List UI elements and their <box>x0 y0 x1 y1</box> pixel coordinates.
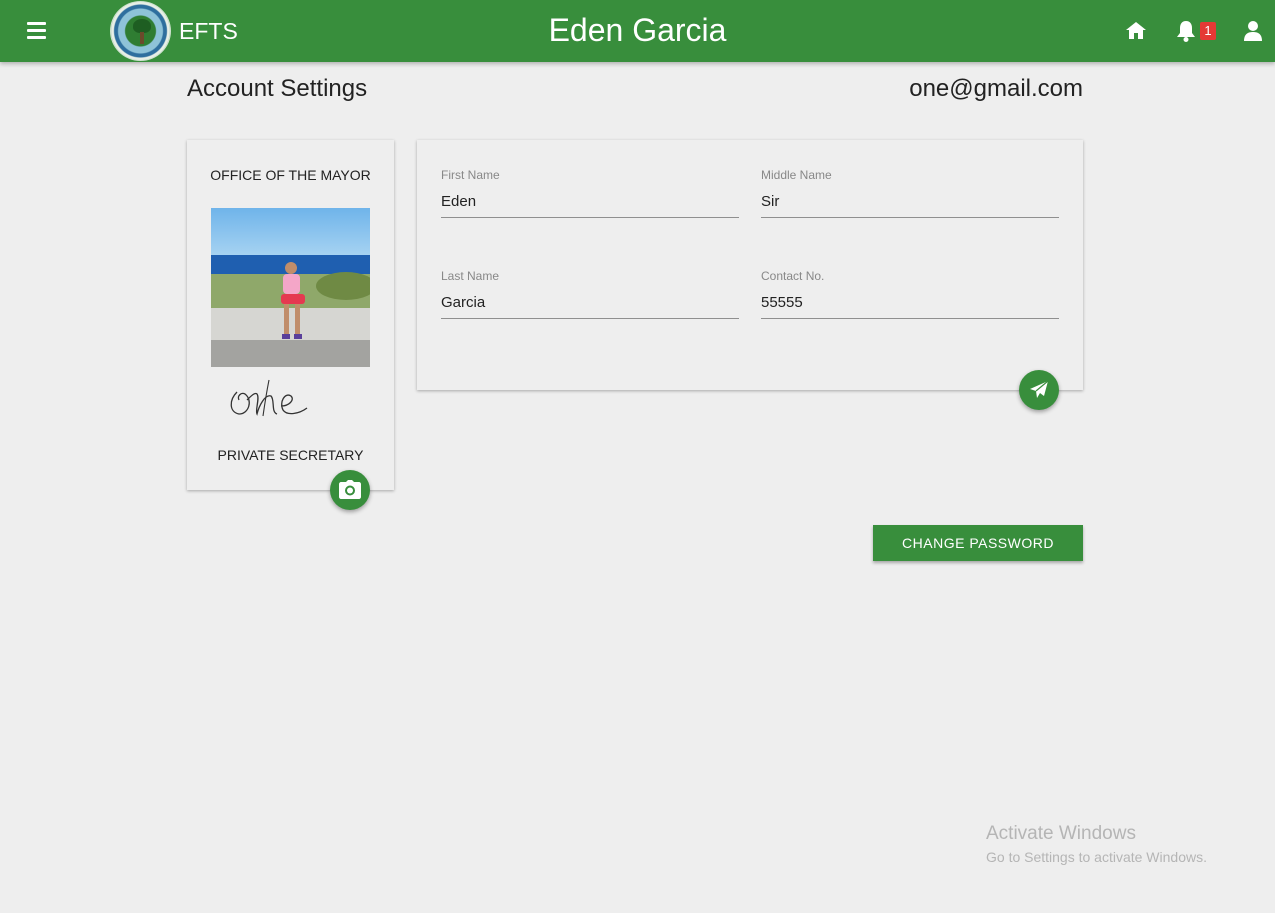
account-form-card: First Name Eden Middle Name Sir Last Nam… <box>417 140 1083 390</box>
profile-photo <box>211 208 370 367</box>
change-photo-button[interactable] <box>330 470 370 510</box>
change-password-button[interactable]: CHANGE PASSWORD <box>873 525 1083 561</box>
page-title: Account Settings <box>187 75 368 102</box>
profile-card: OFFICE OF THE MAYOR PRIVATE SECRETARY <box>187 140 394 490</box>
middle-name-label: Middle Name <box>761 168 832 182</box>
last-name-label: Last Name <box>441 269 500 283</box>
middle-name-field[interactable]: Middle Name Sir <box>761 168 1059 218</box>
first-name-field[interactable]: First Name Eden <box>441 168 739 218</box>
send-icon <box>1030 380 1049 398</box>
first-name-input[interactable]: Eden <box>441 193 739 218</box>
contact-number-input[interactable]: 55555 <box>761 294 1059 319</box>
top-app-bar: EFTS Eden Garcia 1 <box>0 0 1275 62</box>
user-display-name: Eden Garcia <box>548 12 727 48</box>
contact-number-label: Contact No. <box>761 269 825 283</box>
notification-count-badge: 1 <box>1200 22 1216 40</box>
windows-activation-subtitle: Go to Settings to activate Windows. <box>986 849 1207 865</box>
account-email: one@gmail.com <box>909 75 1083 102</box>
bell-icon[interactable] <box>1176 20 1196 42</box>
office-label: OFFICE OF THE MAYOR <box>210 167 371 183</box>
home-icon[interactable] <box>1126 22 1146 39</box>
first-name-label: First Name <box>441 168 500 182</box>
last-name-field[interactable]: Last Name Garcia <box>441 269 739 319</box>
contact-number-field[interactable]: Contact No. 55555 <box>761 269 1059 319</box>
windows-activation-title: Activate Windows <box>986 823 1136 844</box>
save-profile-button[interactable] <box>1019 370 1059 410</box>
user-icon[interactable] <box>1244 21 1262 41</box>
last-name-input[interactable]: Garcia <box>441 294 739 319</box>
middle-name-input[interactable]: Sir <box>761 193 1059 218</box>
signature-image <box>230 379 308 417</box>
camera-icon <box>339 480 361 499</box>
position-label: PRIVATE SECRETARY <box>217 447 364 463</box>
